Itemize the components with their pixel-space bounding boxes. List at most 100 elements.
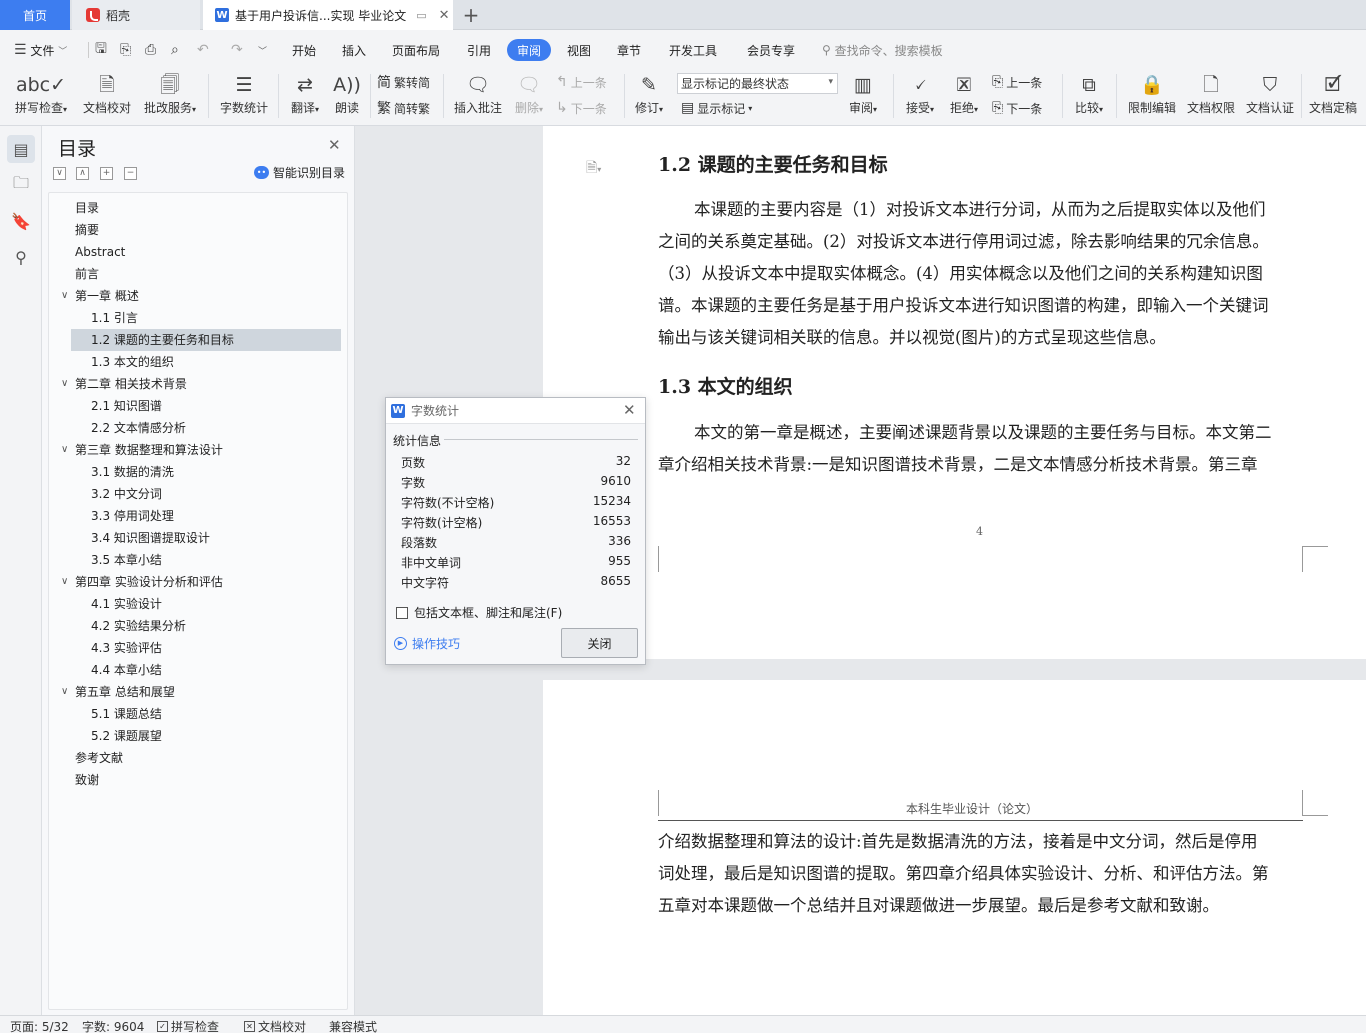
toc-item[interactable]: 致谢: [49, 769, 319, 791]
menu-view[interactable]: 视图: [567, 39, 591, 61]
toc-item[interactable]: 3.4 知识图谱提取设计: [49, 527, 319, 549]
expand-toggle-icon[interactable]: ∨: [61, 571, 68, 593]
toc-item[interactable]: ∨ 第四章 实验设计分析和评估: [49, 571, 319, 593]
spell-check-status[interactable]: ✓ 拼写检查: [157, 1018, 219, 1033]
toc-item[interactable]: 4.1 实验设计: [49, 593, 319, 615]
export-pdf-icon[interactable]: ⎘: [120, 39, 131, 61]
chapter-nav-icon[interactable]: 🗀: [7, 171, 35, 199]
toc-panel-icon[interactable]: ▤: [7, 135, 35, 163]
toc-item[interactable]: 摘要: [49, 219, 319, 241]
menu-start[interactable]: 开始: [292, 39, 316, 61]
expand-toggle-icon[interactable]: ∨: [61, 285, 68, 307]
screen-icon[interactable]: ▭: [416, 9, 426, 22]
show-markup-button[interactable]: ▤ 显示标记 ▾: [681, 97, 752, 119]
include-textbox-checkbox[interactable]: 包括文本框、脚注和尾注(F): [396, 604, 562, 621]
menu-reference[interactable]: 引用: [467, 39, 491, 61]
track-changes-button[interactable]: ✎ 修订▾: [630, 70, 668, 122]
doc-permission-button[interactable]: 🗋 文档权限: [1184, 70, 1238, 122]
markup-state-select[interactable]: 显示标记的最终状态 ▾: [677, 73, 838, 94]
file-menu[interactable]: ☰ 文件 ﹀: [14, 39, 67, 61]
toc-item[interactable]: 前言: [49, 263, 319, 285]
doc-finalize-button[interactable]: 🗹 文档定稿: [1305, 70, 1361, 122]
expand-toggle-icon[interactable]: ∨: [61, 681, 68, 703]
tab-document[interactable]: W 基于用户投诉信...实现 毕业论文 ▭ ✕: [203, 0, 453, 30]
menu-chapter[interactable]: 章节: [617, 39, 641, 61]
print-preview-icon[interactable]: ⌕: [171, 39, 179, 61]
doc-proof-status[interactable]: ✕ 文档校对: [244, 1018, 306, 1033]
smart-toc-button[interactable]: •• 智能识别目录: [254, 164, 345, 181]
review-pane-button[interactable]: ▥ 审阅▾: [843, 70, 883, 122]
close-button[interactable]: 关闭: [561, 628, 638, 658]
toc-item[interactable]: 1.2 课题的主要任务和目标: [71, 329, 341, 351]
prev-comment-button[interactable]: ↰ 上一条: [556, 71, 607, 93]
read-aloud-button[interactable]: A)) 朗读: [329, 70, 365, 122]
accept-button[interactable]: 🗸 接受▾: [900, 70, 940, 122]
trad-to-simp-button[interactable]: 简繁转简: [377, 71, 430, 93]
close-icon[interactable]: ✕: [623, 401, 636, 419]
simp-to-trad-button[interactable]: 繁简转繁: [377, 97, 430, 119]
prev-change-button[interactable]: ⎘ 上一条: [992, 71, 1042, 93]
compare-button[interactable]: ⧉ 比较▾: [1069, 70, 1109, 122]
toc-item[interactable]: 3.5 本章小结: [49, 549, 319, 571]
toc-item[interactable]: 2.1 知识图谱: [49, 395, 319, 417]
page-indicator[interactable]: 页面: 5/32: [10, 1018, 69, 1033]
toc-item[interactable]: 1.1 引言: [49, 307, 319, 329]
toc-item[interactable]: 3.3 停用词处理: [49, 505, 319, 527]
menu-insert[interactable]: 插入: [342, 39, 366, 61]
search-icon[interactable]: ⚲: [7, 243, 35, 271]
batch-service-button[interactable]: 🗐 批改服务▾: [140, 70, 200, 122]
next-comment-button[interactable]: ↳ 下一条: [556, 97, 607, 119]
toc-item[interactable]: ∨ 第一章 概述: [49, 285, 319, 307]
close-icon[interactable]: ✕: [328, 136, 341, 154]
toc-item[interactable]: 4.4 本章小结: [49, 659, 319, 681]
word-count-status[interactable]: 字数: 9604: [82, 1018, 144, 1033]
print-icon[interactable]: ⎙: [145, 39, 156, 61]
toc-item[interactable]: 4.3 实验评估: [49, 637, 319, 659]
remove-heading-icon[interactable]: −: [124, 167, 137, 180]
toc-item[interactable]: 4.2 实验结果分析: [49, 615, 319, 637]
tab-daoke[interactable]: 稻壳: [72, 0, 200, 30]
toc-item[interactable]: 5.2 课题展望: [49, 725, 319, 747]
spell-check-button[interactable]: abc✓ 拼写检查▾: [10, 70, 72, 122]
doc-certify-button[interactable]: ⛉ 文档认证: [1243, 70, 1297, 122]
next-change-button[interactable]: ⎘ 下一条: [992, 97, 1042, 119]
word-count-button[interactable]: ☰ 字数统计: [217, 70, 271, 122]
expand-toggle-icon[interactable]: ∨: [61, 439, 68, 461]
doc-proof-button[interactable]: 🗎 文档校对: [79, 70, 135, 122]
restrict-edit-button[interactable]: 🔒 限制编辑: [1125, 70, 1179, 122]
menu-page-layout[interactable]: 页面布局: [392, 39, 440, 61]
expand-toggle-icon[interactable]: ∨: [61, 373, 68, 395]
reject-button[interactable]: 🗷 拒绝▾: [944, 70, 984, 122]
toc-item[interactable]: 5.1 课题总结: [49, 703, 319, 725]
redo-icon[interactable]: ↷: [231, 39, 243, 61]
toc-item[interactable]: 目录: [49, 197, 319, 219]
add-heading-icon[interactable]: +: [100, 167, 113, 180]
toc-item[interactable]: 参考文献: [49, 747, 319, 769]
bookmark-icon[interactable]: 🔖: [7, 207, 35, 235]
translate-button[interactable]: ⇄ 翻译▾: [285, 70, 325, 122]
menu-dev-tools[interactable]: 开发工具: [669, 39, 717, 61]
undo-icon[interactable]: ↶: [197, 39, 209, 61]
paragraph-menu-icon[interactable]: 🗎▾: [586, 157, 601, 181]
toc-item[interactable]: 1.3 本文的组织: [49, 351, 319, 373]
toc-item[interactable]: 2.2 文本情感分析: [49, 417, 319, 439]
toc-item[interactable]: Abstract: [49, 241, 319, 263]
toc-item[interactable]: ∨ 第五章 总结和展望: [49, 681, 319, 703]
expand-all-icon[interactable]: ∧: [76, 167, 89, 180]
tab-home[interactable]: 首页: [0, 0, 70, 30]
dialog-title-bar[interactable]: W 字数统计: [386, 398, 645, 424]
delete-comment-button[interactable]: 🗨 删除▾: [509, 70, 549, 122]
toc-item[interactable]: 3.1 数据的清洗: [49, 461, 319, 483]
collapse-all-icon[interactable]: ∨: [53, 167, 66, 180]
toc-item[interactable]: 3.2 中文分词: [49, 483, 319, 505]
command-search[interactable]: ⚲ 查找命令、搜索模板: [822, 39, 943, 61]
menu-member[interactable]: 会员专享: [747, 39, 795, 61]
close-tab-icon[interactable]: ✕: [439, 8, 450, 23]
menu-review[interactable]: 审阅: [507, 39, 552, 61]
toc-item[interactable]: ∨ 第三章 数据整理和算法设计: [49, 439, 319, 461]
new-tab-button[interactable]: +: [456, 0, 486, 30]
insert-comment-button[interactable]: 🗨 插入批注: [451, 70, 505, 122]
checkbox-box[interactable]: [396, 606, 408, 619]
save-icon[interactable]: 🖫: [95, 39, 107, 61]
tips-link[interactable]: ▶ 操作技巧: [394, 635, 460, 652]
